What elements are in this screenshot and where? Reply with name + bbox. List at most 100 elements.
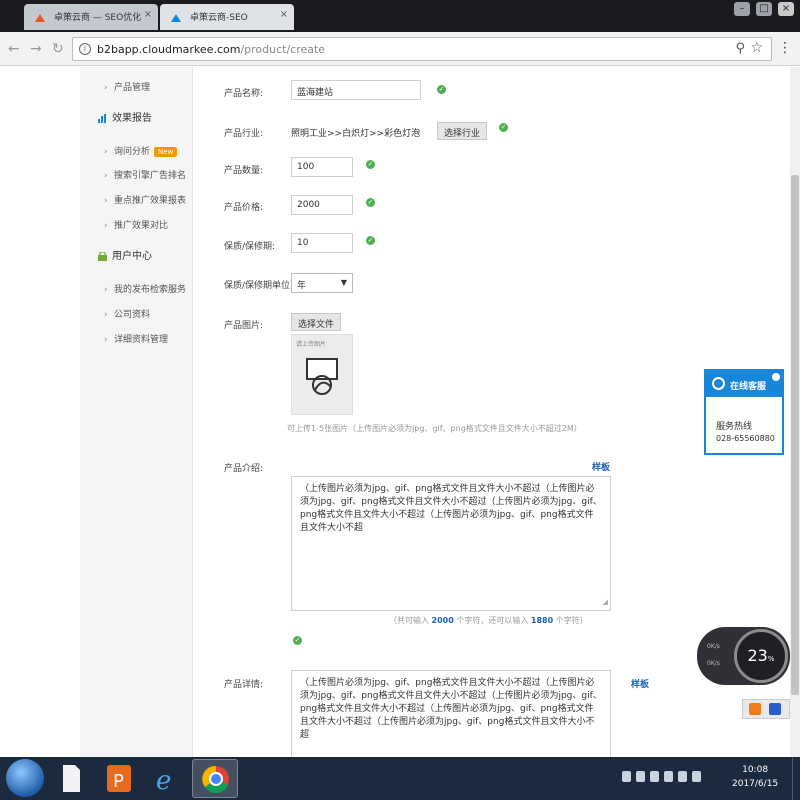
preview-text: 请上传图片 [296,341,327,348]
show-desktop-button[interactable] [792,757,800,800]
price-label: 产品价格: [224,203,264,213]
browser-tab-bar: 卓策云商 — SEO优化 × 卓策云商-SEO × – □ × [0,0,800,32]
warranty-label: 保质/保修期: [224,242,276,252]
maximize-icon[interactable]: □ [756,2,772,16]
taskbar: P e 10:08 2017/6/15 [0,757,800,800]
warranty-input[interactable]: 10 [291,233,353,253]
sidebar-item-company[interactable]: › 公司资料 [80,306,193,324]
detail-sample-link[interactable]: 样板 [631,677,649,690]
char-counter: （共可输入 2000 个字符，还可以输入 1880 个字符） [389,616,588,625]
lock-icon [98,252,107,261]
new-badge: New [154,147,178,157]
product-name-input[interactable]: 蓝海建站 [291,80,421,100]
intro-textarea[interactable]: （上传图片必须为jpg、gif、png格式文件且文件大小不超过（上传图片必须为j… [291,476,611,611]
industry-label: 产品行业: [224,129,264,139]
close-window-icon[interactable]: × [778,2,794,16]
upload-rate: 0K/s [707,643,720,650]
sidebar-item-search-service[interactable]: › 我的发布检索服务 [80,281,193,299]
floating-tray[interactable] [742,699,790,719]
address-bar[interactable]: i b2bapp.cloudmarkee.com/product/create … [72,37,772,61]
tray-flag-icon[interactable] [650,771,659,782]
quantity-input[interactable]: 100 [291,157,353,177]
info-icon[interactable]: i [79,43,91,55]
service-header[interactable]: 在线客服 [706,371,782,397]
page-scrollbar[interactable] [790,67,800,757]
reload-icon[interactable]: ↻ [52,41,64,57]
close-icon[interactable] [772,373,780,381]
chevron-down-icon: ▼ [340,278,347,287]
price-input[interactable]: 2000 [291,195,353,215]
chart-icon [98,114,106,123]
tab-title: 卓策云商-SEO [190,13,248,23]
check-icon: ✓ [366,198,375,207]
browser-toolbar: ← → ↻ i b2bapp.cloudmarkee.com/product/c… [0,32,800,66]
tab-1[interactable]: 卓策云商 — SEO优化 × [24,4,158,30]
bookmark-star-icon[interactable]: ☆ [750,40,763,56]
select-industry-button[interactable]: 选择行业 [437,122,488,140]
ie-browser-icon[interactable]: e [144,759,190,798]
check-icon: ✓ [499,123,508,132]
hotline-label: 服务热线 [716,422,753,432]
svg-text:e: e [156,766,171,796]
sidebar: › 产品管理 效果报告 › 询问分析 New › 搜索引擎广告排名 › 重点推广效果报表 … [80,67,193,757]
start-button-icon[interactable] [6,759,44,797]
app-icon[interactable] [749,703,761,715]
minimize-icon[interactable]: – [734,2,750,16]
intro-sample-link[interactable]: 样板 [592,460,610,473]
detail-label: 产品详情: [224,680,264,690]
check-icon: ✓ [366,236,375,245]
chrome-browser-icon[interactable] [192,759,238,798]
sidebar-item-promo-compare[interactable]: › 推广效果对比 [80,217,193,235]
back-icon[interactable]: ← [8,41,20,57]
sidebar-item-promo-report[interactable]: › 重点推广效果报表 [80,192,193,210]
check-icon: ✓ [293,636,302,645]
network-speed-widget[interactable]: 0K/s 0K/s 23% [697,627,790,685]
url-text: b2bapp.cloudmarkee.com/product/create [97,43,326,56]
tray-shield-icon[interactable] [636,771,645,782]
image-label: 产品图片: [224,321,264,331]
tab-close-icon[interactable]: × [144,9,152,20]
tab-2[interactable]: 卓策云商-SEO × [160,4,294,30]
system-clock[interactable]: 10:08 2017/6/15 [732,763,778,791]
image-preview[interactable]: 请上传图片 [291,334,353,415]
name-label: 产品名称: [224,89,264,99]
support-icon [712,377,725,390]
tab-title: 卓策云商 — SEO优化 [54,13,142,23]
warranty-unit-select[interactable]: 年 ▼ [291,273,353,293]
upload-hint: 可上传1-5张图片（上传图片必须为jpg、gif、png格式文件且文件大小不超过… [287,424,582,433]
forward-icon[interactable]: → [30,41,42,57]
check-icon: ✓ [366,160,375,169]
quantity-label: 产品数量: [224,166,264,176]
intro-label: 产品介绍: [224,464,264,474]
tray-arrow-icon[interactable] [622,771,631,782]
sidebar-item-search-ads[interactable]: › 搜索引擎广告排名 [80,167,193,185]
sidebar-section-report[interactable]: 效果报告 [80,109,193,129]
tray-ime-icon[interactable] [692,771,701,782]
check-icon: ✓ [437,85,446,94]
presentation-app-icon[interactable]: P [96,759,142,798]
sidebar-item-product-manage[interactable]: › 产品管理 [80,79,193,97]
sidebar-item-detail-manage[interactable]: › 详细资料管理 [80,331,193,349]
favicon-icon [171,14,181,22]
svg-text:P: P [113,771,124,792]
sidebar-section-user[interactable]: 用户中心 [80,247,193,267]
industry-value: 照明工业>>白炽灯>>彩色灯泡 [291,129,421,139]
memory-percent: 23% [734,629,788,683]
sidebar-item-inquiry[interactable]: › 询问分析 New [80,143,193,161]
download-rate: 0K/s [707,660,720,667]
tab-close-icon[interactable]: × [280,9,288,20]
choose-file-button[interactable]: 选择文件 [291,313,342,331]
scrollbar-thumb[interactable] [791,175,799,695]
tray-network-icon[interactable] [664,771,673,782]
online-service-panel[interactable]: 在线客服 服务热线 028-65560880 [704,369,784,455]
favicon-icon [35,14,45,22]
page-viewport: › 产品管理 效果报告 › 询问分析 New › 搜索引擎广告排名 › 重点推广效果报表 … [0,67,800,757]
tray-volume-icon[interactable] [678,771,687,782]
file-app-icon[interactable] [48,759,94,798]
zoom-icon[interactable]: ⚲ [735,41,745,56]
resize-handle-icon[interactable]: ◢ [603,596,608,609]
menu-icon[interactable]: ⋮ [778,40,792,56]
detail-textarea[interactable]: （上传图片必须为jpg、gif、png格式文件且文件大小不超过（上传图片必须为j… [291,670,611,757]
help-icon[interactable] [769,703,781,715]
system-tray [622,771,701,782]
